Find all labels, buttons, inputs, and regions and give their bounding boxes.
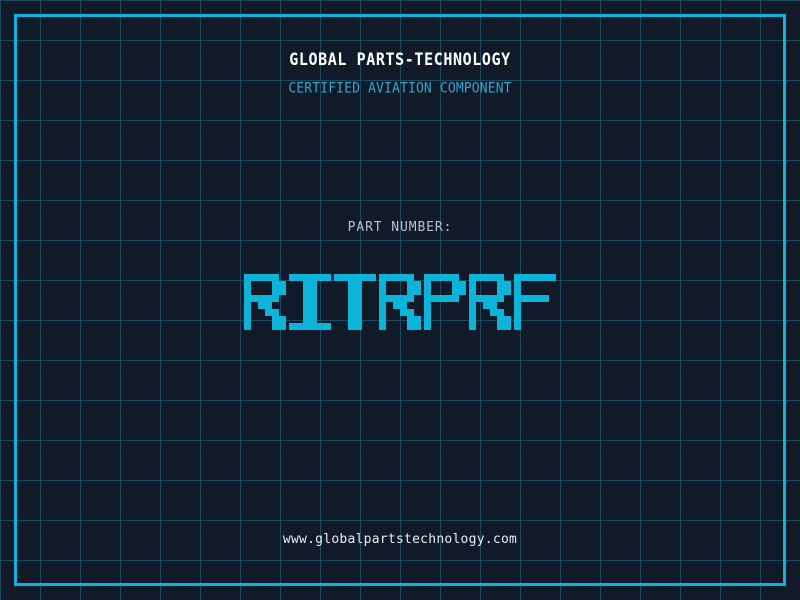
part-number-label: PART NUMBER: bbox=[347, 220, 453, 235]
part-number-letter bbox=[469, 274, 511, 330]
certification-subtitle: CERTIFIED AVIATION COMPONENT bbox=[288, 80, 512, 97]
part-number-letter bbox=[334, 274, 376, 330]
certificate-screen: GLOBAL PARTS-TECHNOLOGY CERTIFIED AVIATI… bbox=[0, 0, 800, 600]
part-number-letter bbox=[379, 274, 421, 330]
part-number-letter bbox=[424, 274, 466, 330]
part-number-letter bbox=[244, 274, 286, 330]
part-number-letter bbox=[289, 274, 331, 330]
part-number-display bbox=[244, 274, 556, 330]
part-number-letter bbox=[514, 274, 556, 330]
site-url: www.globalpartstechnology.com bbox=[282, 532, 518, 547]
company-title: GLOBAL PARTS-TECHNOLOGY bbox=[289, 48, 511, 70]
